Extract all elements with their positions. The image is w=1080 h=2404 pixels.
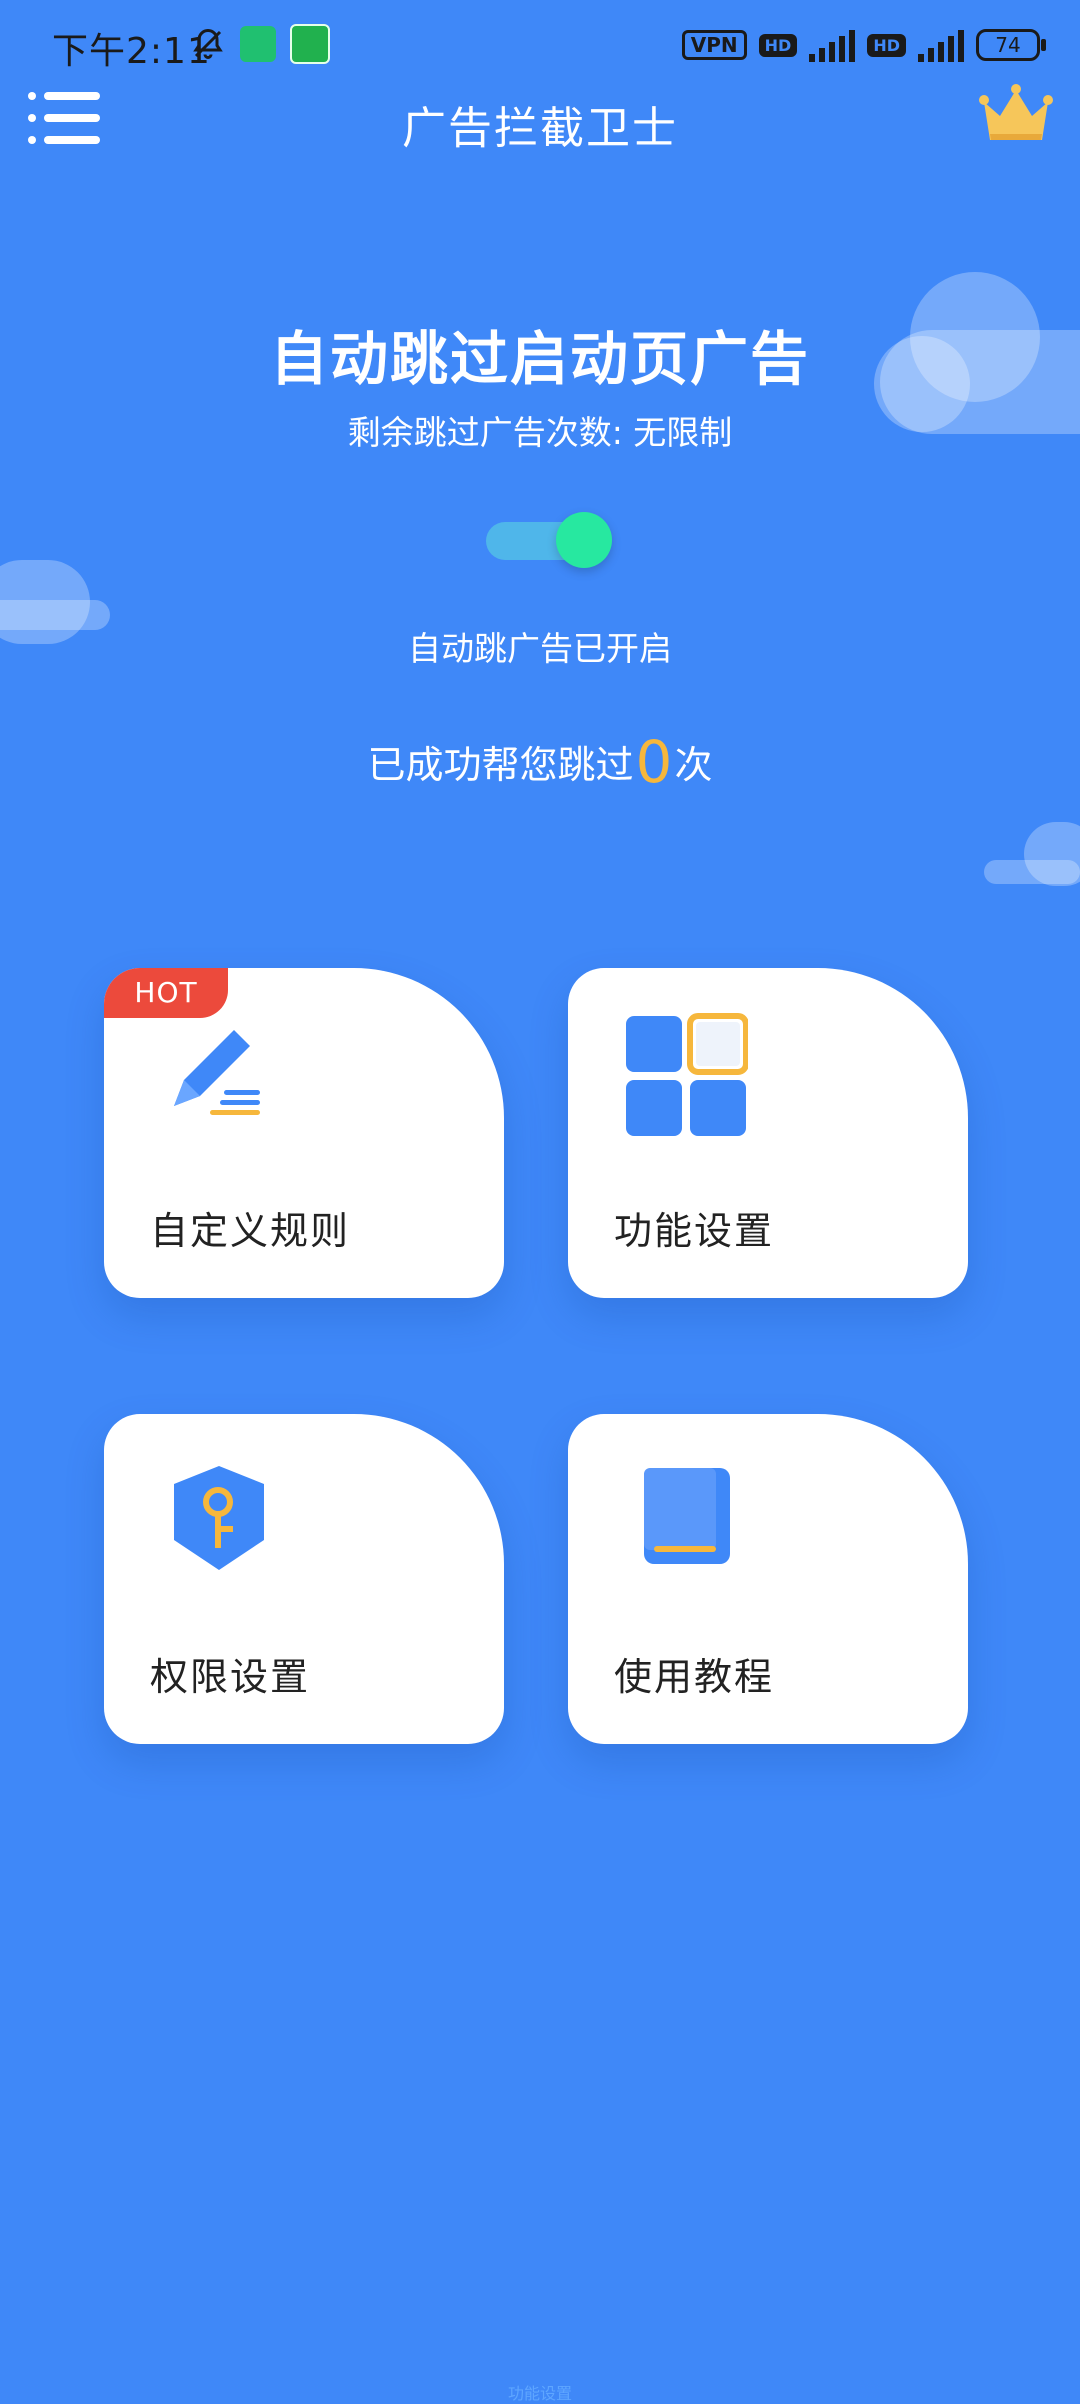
- book-icon: [644, 1468, 730, 1564]
- bell-off-icon: [193, 28, 223, 59]
- counter-prefix: 已成功帮您跳过: [367, 743, 634, 787]
- feature-settings-card[interactable]: 功能设置: [568, 968, 968, 1298]
- toggle-knob: [556, 512, 612, 568]
- page-headline: 自动跳过启动页广告: [269, 325, 810, 393]
- feature-settings-label: 功能设置: [614, 1209, 775, 1253]
- shield-key-icon: [174, 1466, 264, 1570]
- hd-indicator: HD: [867, 33, 906, 57]
- app-notification-icon: [290, 24, 330, 64]
- auto-skip-toggle[interactable]: [486, 510, 612, 570]
- tutorial-label: 使用教程: [614, 1655, 775, 1699]
- signal-icon: [809, 28, 856, 62]
- tutorial-card[interactable]: 使用教程: [568, 1414, 968, 1744]
- crown-icon[interactable]: [978, 82, 1054, 148]
- signal-icon: [918, 28, 964, 62]
- hd-indicator: HD: [758, 33, 798, 57]
- battery-icon: 74: [976, 29, 1046, 61]
- remaining-skips: 剩余跳过广告次数: 无限制: [347, 413, 733, 452]
- status-notification-icons: [190, 24, 330, 64]
- status-time: 下午2:11: [52, 31, 211, 72]
- toggle-status-text: 自动跳广告已开启: [408, 629, 672, 668]
- vpn-indicator: VPN: [681, 30, 747, 60]
- skip-counter: 已成功帮您跳过0次: [0, 728, 1080, 796]
- custom-rules-label: 自定义规则: [150, 1209, 351, 1253]
- app-notification-icon: [240, 26, 276, 62]
- pen-icon: [174, 1030, 260, 1115]
- counter-suffix: 次: [674, 743, 713, 787]
- status-right-icons: VPN HD HD 74: [681, 28, 1046, 62]
- app-bar: 广告拦截卫士: [0, 80, 1080, 180]
- bottom-faint-text: 功能设置: [507, 2384, 572, 2403]
- app-title: 广告拦截卫士: [402, 103, 678, 154]
- permission-settings-card[interactable]: 权限设置: [104, 1414, 504, 1744]
- permission-settings-label: 权限设置: [150, 1655, 311, 1699]
- counter-value: 0: [635, 728, 673, 796]
- grid-icon: [626, 1013, 748, 1136]
- custom-rules-card[interactable]: HOT 自定义规则: [104, 968, 504, 1298]
